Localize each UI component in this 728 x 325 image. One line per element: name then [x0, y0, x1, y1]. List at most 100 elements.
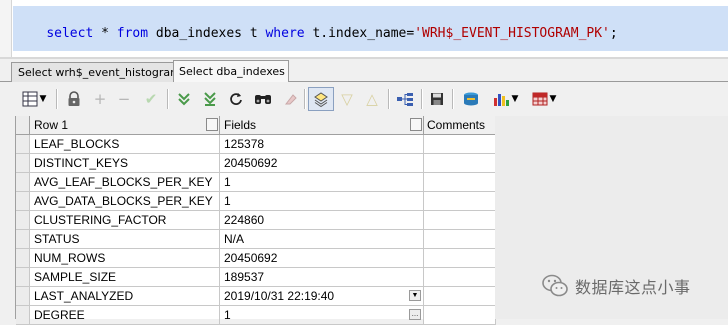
field-value-cell[interactable]: 2019/10/31 22:19:40 ▼: [220, 287, 424, 306]
header-row-1-label: Row 1: [34, 118, 69, 132]
field-value-cell[interactable]: 189537: [220, 268, 424, 287]
date-dropdown-button[interactable]: ▼: [409, 290, 421, 301]
single-record-view-icon[interactable]: [308, 87, 334, 111]
filter-up-icon[interactable]: △: [362, 87, 382, 111]
chart-icon[interactable]: ▼: [487, 87, 523, 111]
clear-icon[interactable]: [280, 87, 302, 111]
sql-editor[interactable]: select * from dba_indexes t where t.inde…: [0, 0, 728, 57]
find-icon[interactable]: [251, 87, 275, 111]
field-name-cell: LAST_ANALYZED: [30, 287, 220, 306]
toolbar-separator: [56, 89, 58, 109]
comment-cell[interactable]: [424, 135, 496, 154]
comment-cell[interactable]: [424, 230, 496, 249]
row-indicator[interactable]: [16, 192, 30, 211]
field-value-cell[interactable]: 20450692: [220, 249, 424, 268]
tab-select-dba-indexes[interactable]: Select dba_indexes: [173, 60, 289, 82]
toolbar-separator: [388, 89, 390, 109]
watermark: 数据库这点小事: [541, 272, 691, 300]
fetch-next-icon[interactable]: [173, 87, 195, 111]
sql-string-literal: 'WRH$_EVENT_HISTOGRAM_PK': [414, 26, 610, 41]
field-name-cell: AVG_DATA_BLOCKS_PER_KEY: [30, 192, 220, 211]
field-value-text: 1: [224, 308, 231, 322]
field-name-cell: CLUSTERING_FACTOR: [30, 211, 220, 230]
table-row: DEGREE 1…: [16, 306, 496, 325]
sql-token: dba_indexes t: [148, 26, 266, 41]
grid-header-row: Row 1 Fields Comments: [16, 116, 496, 135]
comment-cell[interactable]: [424, 306, 496, 325]
field-name-cell: LEAF_BLOCKS: [30, 135, 220, 154]
field-value-text: 2019/10/31 22:19:40: [224, 289, 335, 303]
sql-token: *: [93, 26, 117, 41]
result-tabs: Select wrh$_event_histogram Select dba_i…: [0, 59, 728, 83]
minus-icon[interactable]: −: [114, 87, 134, 111]
table-row: LEAF_BLOCKS 125378: [16, 135, 496, 154]
field-value-cell[interactable]: 20450692: [220, 154, 424, 173]
comment-cell[interactable]: [424, 192, 496, 211]
field-name-cell: STATUS: [30, 230, 220, 249]
wechat-logo-icon: [542, 274, 568, 297]
row-indicator[interactable]: [16, 306, 30, 325]
table-row: CLUSTERING_FACTOR 224860: [16, 211, 496, 230]
sql-token: t.index_name=: [304, 26, 415, 41]
lock-icon[interactable]: [64, 87, 84, 111]
field-value-cell[interactable]: 1…: [220, 306, 424, 325]
header-fields[interactable]: Fields: [220, 116, 424, 135]
field-name-cell: DEGREE: [30, 306, 220, 325]
sql-keyword-select: select: [46, 26, 94, 41]
grid-layout-icon[interactable]: ▼: [18, 87, 50, 111]
header-corner[interactable]: [16, 116, 30, 135]
save-icon[interactable]: [426, 87, 448, 111]
field-value-cell[interactable]: N/A: [220, 230, 424, 249]
comment-cell[interactable]: [424, 173, 496, 192]
tab-select-wrh-event-histogram[interactable]: Select wrh$_event_histogram: [11, 62, 181, 82]
header-fields-label: Fields: [224, 118, 257, 132]
field-name-cell: SAMPLE_SIZE: [30, 268, 220, 287]
sql-keyword-where: where: [265, 26, 305, 41]
table-row: LAST_ANALYZED 2019/10/31 22:19:40 ▼: [16, 287, 496, 306]
query-tree-icon[interactable]: [393, 87, 417, 111]
sql-token: ;: [609, 26, 618, 41]
header-dropdown-button[interactable]: [206, 118, 218, 131]
header-comments[interactable]: Comments: [424, 116, 496, 135]
field-name-cell: AVG_LEAF_BLOCKS_PER_KEY: [30, 173, 220, 192]
table-export-icon[interactable]: ▼: [527, 87, 561, 111]
table-row: DISTINCT_KEYS 20450692: [16, 154, 496, 173]
toolbar-separator: [167, 89, 169, 109]
fetch-all-icon[interactable]: [199, 87, 221, 111]
field-name-cell: DISTINCT_KEYS: [30, 154, 220, 173]
comment-cell[interactable]: [424, 154, 496, 173]
plus-icon[interactable]: +: [90, 87, 110, 111]
comment-cell[interactable]: [424, 268, 496, 287]
row-indicator[interactable]: [16, 287, 30, 306]
field-value-cell[interactable]: 224860: [220, 211, 424, 230]
check-icon[interactable]: ✔: [139, 87, 163, 111]
table-row: AVG_DATA_BLOCKS_PER_KEY 1: [16, 192, 496, 211]
field-value-cell[interactable]: 1: [220, 192, 424, 211]
table-row: SAMPLE_SIZE 189537: [16, 268, 496, 287]
comment-cell[interactable]: [424, 249, 496, 268]
row-indicator[interactable]: [16, 135, 30, 154]
header-dropdown-button[interactable]: [410, 118, 422, 131]
sql-statement: select * from dba_indexes t where t.inde…: [15, 10, 618, 58]
comment-cell[interactable]: [424, 287, 496, 306]
row-indicator[interactable]: [16, 211, 30, 230]
record-grid: Row 1 Fields Comments LEAF_BLOCKS 125378…: [15, 116, 496, 325]
table-row: STATUS N/A: [16, 230, 496, 249]
ellipsis-button[interactable]: …: [409, 309, 421, 320]
row-indicator[interactable]: [16, 249, 30, 268]
row-indicator[interactable]: [16, 268, 30, 287]
field-value-cell[interactable]: 1: [220, 173, 424, 192]
refresh-icon[interactable]: [225, 87, 247, 111]
grid-toolbar: ▼ + − ✔ ▽ △ ▼ ▼: [0, 84, 728, 114]
row-indicator[interactable]: [16, 230, 30, 249]
field-value-cell[interactable]: 125378: [220, 135, 424, 154]
header-row-1[interactable]: Row 1: [30, 116, 220, 135]
row-indicator[interactable]: [16, 154, 30, 173]
export-icon[interactable]: [459, 87, 483, 111]
filter-down-icon[interactable]: ▽: [337, 87, 357, 111]
comment-cell[interactable]: [424, 211, 496, 230]
editor-gutter: [0, 0, 12, 57]
toolbar-separator: [452, 89, 454, 109]
row-indicator[interactable]: [16, 173, 30, 192]
table-row: NUM_ROWS 20450692: [16, 249, 496, 268]
